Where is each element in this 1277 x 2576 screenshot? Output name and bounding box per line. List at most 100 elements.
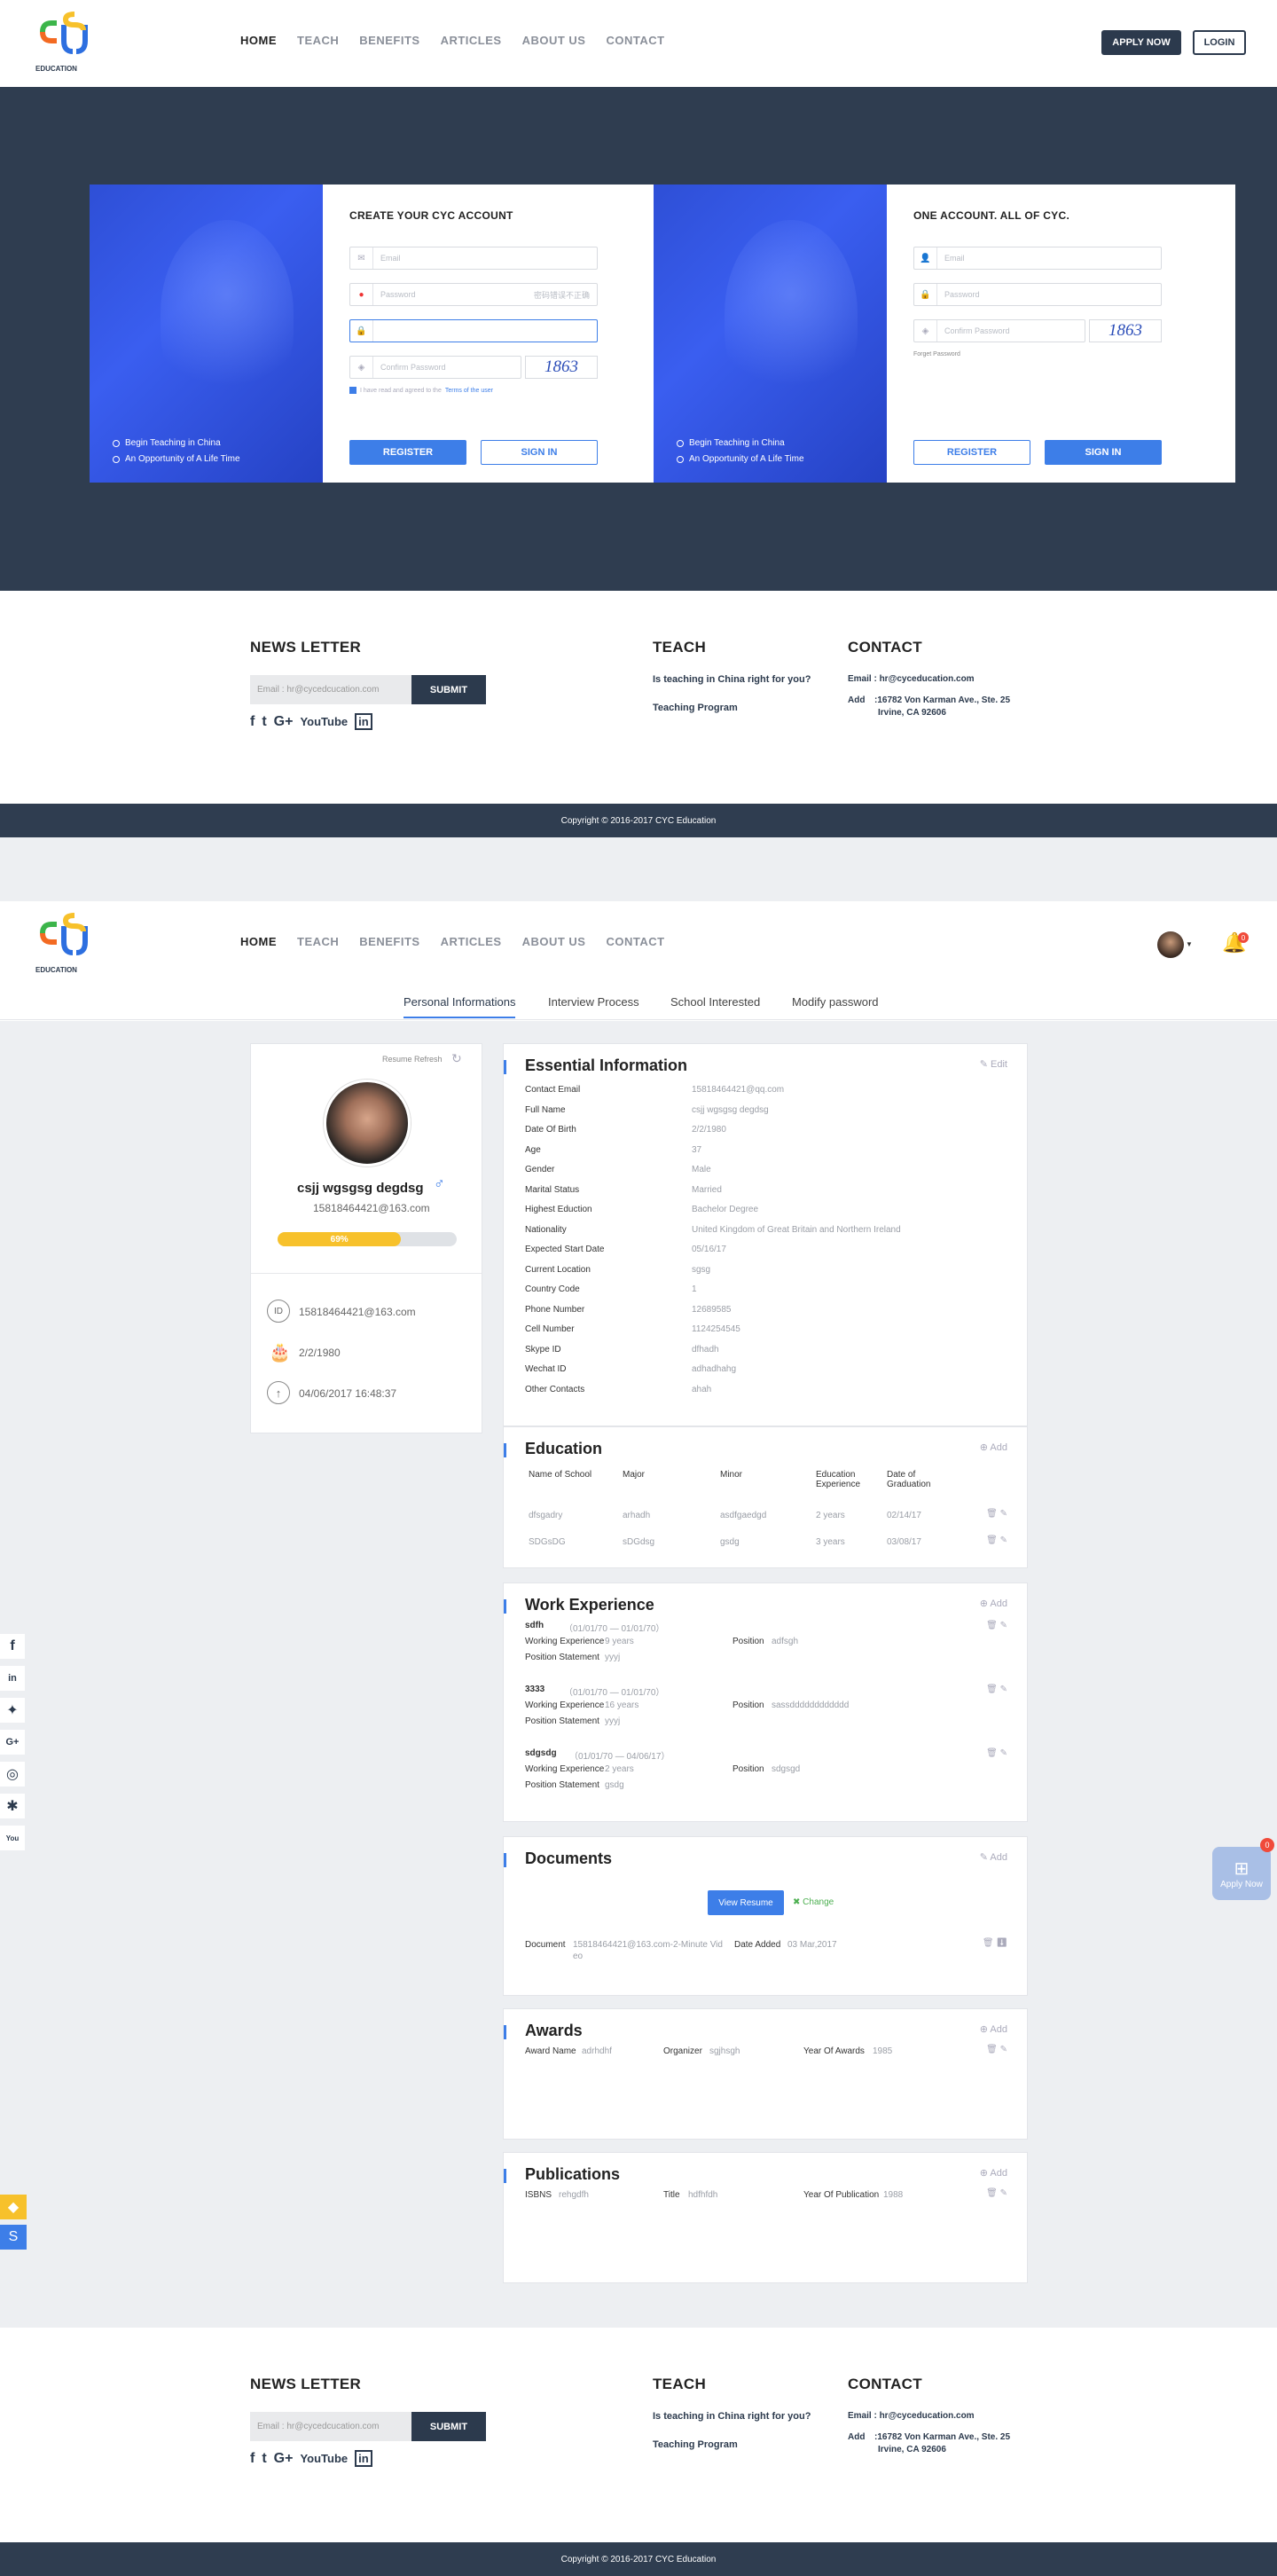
qq-icon[interactable]: ◆ [0, 2195, 27, 2219]
documents-panel: Documents ✎ Add View Resume ✖ Change Doc… [503, 1836, 1028, 1996]
tab-school-interested[interactable]: School Interested [670, 995, 760, 1009]
tab-personal-informations[interactable]: Personal Informations [403, 995, 516, 1018]
apply-now-float[interactable]: ⊞ Apply Now [1212, 1847, 1271, 1900]
teach-link-1[interactable]: Is teaching in China right for you? [653, 2411, 811, 2422]
login-button[interactable]: LOGIN [1193, 30, 1246, 55]
login-captcha[interactable]: 1863 [1089, 319, 1162, 342]
lock-icon: 🔒 [350, 320, 373, 342]
doc-value-1: 15818464421@163.com-2-Minute Vid [573, 1940, 723, 1950]
terms-link[interactable]: Terms of the user [445, 388, 493, 394]
nav-teach[interactable]: TEACH [297, 34, 339, 47]
teach-link-2[interactable]: Teaching Program [653, 703, 738, 713]
nav-home[interactable]: HOME [240, 935, 277, 948]
cyc-logo[interactable]: EDUCATION [34, 11, 94, 78]
facebook-icon[interactable]: f [250, 714, 255, 730]
pub-actions[interactable]: 🗑 ✎ [986, 2188, 1007, 2198]
register-password-field[interactable]: ● Password 密码错误不正确 [349, 283, 598, 306]
cyc-logo[interactable]: EDUCATION [34, 912, 94, 979]
linkedin-icon[interactable]: in [0, 1666, 25, 1691]
newsletter-input[interactable]: Email : hr@cycedcucation.com [250, 675, 411, 704]
google-plus-icon[interactable]: G+ [274, 714, 294, 730]
password-hint: 密码错误不正确 [533, 290, 590, 300]
nav-benefits[interactable]: BENEFITS [359, 34, 419, 47]
signin-button[interactable]: SIGN IN [1045, 440, 1162, 465]
facebook-icon[interactable]: f [0, 1634, 25, 1659]
submit-button[interactable]: SUBMIT [411, 675, 486, 704]
teach-link-1[interactable]: Is teaching in China right for you? [653, 674, 811, 685]
nav-contact[interactable]: CONTACT [606, 935, 664, 948]
teach-link-2[interactable]: Teaching Program [653, 2439, 738, 2450]
work-actions[interactable]: 🗑 ✎ [986, 1621, 1007, 1630]
login-password-field[interactable]: 🔒 Password [913, 283, 1162, 306]
linkedin-icon[interactable]: in [355, 713, 372, 730]
work-actions[interactable]: 🗑 ✎ [986, 1748, 1007, 1758]
col-school: Name of School [529, 1470, 592, 1480]
add-work-button[interactable]: ⊕ Add [980, 1598, 1007, 1609]
youtube-icon[interactable]: YouTube [300, 715, 348, 728]
work-exp: 16 years [605, 1700, 639, 1710]
signin-button[interactable]: SIGN IN [481, 440, 598, 465]
tumblr-icon[interactable]: t [262, 2451, 266, 2467]
work-stmt: yyyj [605, 1653, 621, 1662]
add-publication-button[interactable]: ⊕ Add [980, 2167, 1007, 2179]
tab-modify-password[interactable]: Modify password [792, 995, 879, 1009]
work-actions[interactable]: 🗑 ✎ [986, 1685, 1007, 1694]
submit-button[interactable]: SUBMIT [411, 2412, 486, 2441]
apply-now-button[interactable]: APPLY NOW [1101, 30, 1181, 55]
nav-about-us[interactable]: ABOUT US [522, 935, 586, 948]
instagram-icon[interactable]: ◎ [0, 1762, 25, 1787]
user-avatar[interactable] [1157, 931, 1184, 958]
refresh-icon[interactable]: ↻ [451, 1051, 462, 1066]
tumblr-icon[interactable]: t [262, 714, 266, 730]
edu-cell: 03/08/17 [887, 1537, 921, 1547]
register-focused-field[interactable]: 🔒 [349, 319, 598, 342]
nav-home[interactable]: HOME [240, 34, 277, 47]
newsletter-input[interactable]: Email : hr@cycedcucation.com [250, 2412, 411, 2441]
nav-articles[interactable]: ARTICLES [441, 34, 502, 47]
login-confirm-field[interactable]: ◈ Confirm Password [913, 319, 1085, 342]
add-award-button[interactable]: ⊕ Add [980, 2023, 1007, 2035]
terms-checkbox[interactable]: I have read and agreed to the Terms of t… [349, 387, 493, 394]
yelp-icon[interactable]: ✱ [0, 1794, 25, 1818]
register-confirm-field[interactable]: ◈ Confirm Password [349, 356, 521, 379]
nav-contact[interactable]: CONTACT [606, 34, 664, 47]
register-email-field[interactable]: ✉ Email [349, 247, 598, 270]
progress-fill: 69% [278, 1232, 402, 1246]
tab-interview-process[interactable]: Interview Process [548, 995, 639, 1009]
nav-benefits[interactable]: BENEFITS [359, 935, 419, 948]
doc-actions[interactable]: 🗑 ⬇ [983, 1938, 1007, 1948]
edu-cell: 2 years [816, 1511, 845, 1520]
login-email-field[interactable]: 👤 Email [913, 247, 1162, 270]
add-education-button[interactable]: ⊕ Add [980, 1441, 1007, 1453]
work-title: Work Experience [525, 1596, 654, 1614]
col-graduation: Date of Graduation [887, 1470, 931, 1489]
nav-teach[interactable]: TEACH [297, 935, 339, 948]
nav-about-us[interactable]: ABOUT US [522, 34, 586, 47]
skype-icon[interactable]: S [0, 2225, 27, 2250]
chevron-down-icon[interactable]: ▼ [1186, 940, 1193, 948]
essential-panel: Essential Information ✎ Edit Contact Ema… [503, 1043, 1028, 1426]
row-actions[interactable]: 🗑 ✎ [986, 1509, 1007, 1519]
google-plus-icon[interactable]: G+ [274, 2451, 294, 2467]
nav-articles[interactable]: ARTICLES [441, 935, 502, 948]
youtube-icon[interactable]: YouTube [300, 2452, 348, 2465]
resume-refresh[interactable]: Resume Refresh [382, 1055, 443, 1064]
add-document-button[interactable]: ✎ Add [980, 1851, 1007, 1863]
edu-cell: SDGsDG [529, 1537, 566, 1547]
google-plus-icon[interactable]: G+ [0, 1730, 25, 1755]
register-captcha[interactable]: 1863 [525, 356, 598, 379]
facebook-icon[interactable]: f [250, 2451, 255, 2467]
view-resume-button[interactable]: View Resume [708, 1890, 784, 1915]
edit-button[interactable]: ✎ Edit [980, 1058, 1007, 1070]
work-stmt-label: Position Statement [525, 1653, 599, 1662]
change-button[interactable]: ✖ Change [793, 1897, 834, 1907]
youtube-icon[interactable]: You [0, 1826, 25, 1850]
top-header: EDUCATION HOME TEACH BENEFITS ARTICLES A… [0, 0, 1277, 87]
row-actions[interactable]: 🗑 ✎ [986, 1535, 1007, 1545]
register-button[interactable]: REGISTER [913, 440, 1030, 465]
forget-password-link[interactable]: Forget Password [913, 351, 960, 357]
twitter-icon[interactable]: ✦ [0, 1698, 25, 1723]
linkedin-icon[interactable]: in [355, 2450, 372, 2467]
register-button[interactable]: REGISTER [349, 440, 466, 465]
award-actions[interactable]: 🗑 ✎ [986, 2045, 1007, 2054]
